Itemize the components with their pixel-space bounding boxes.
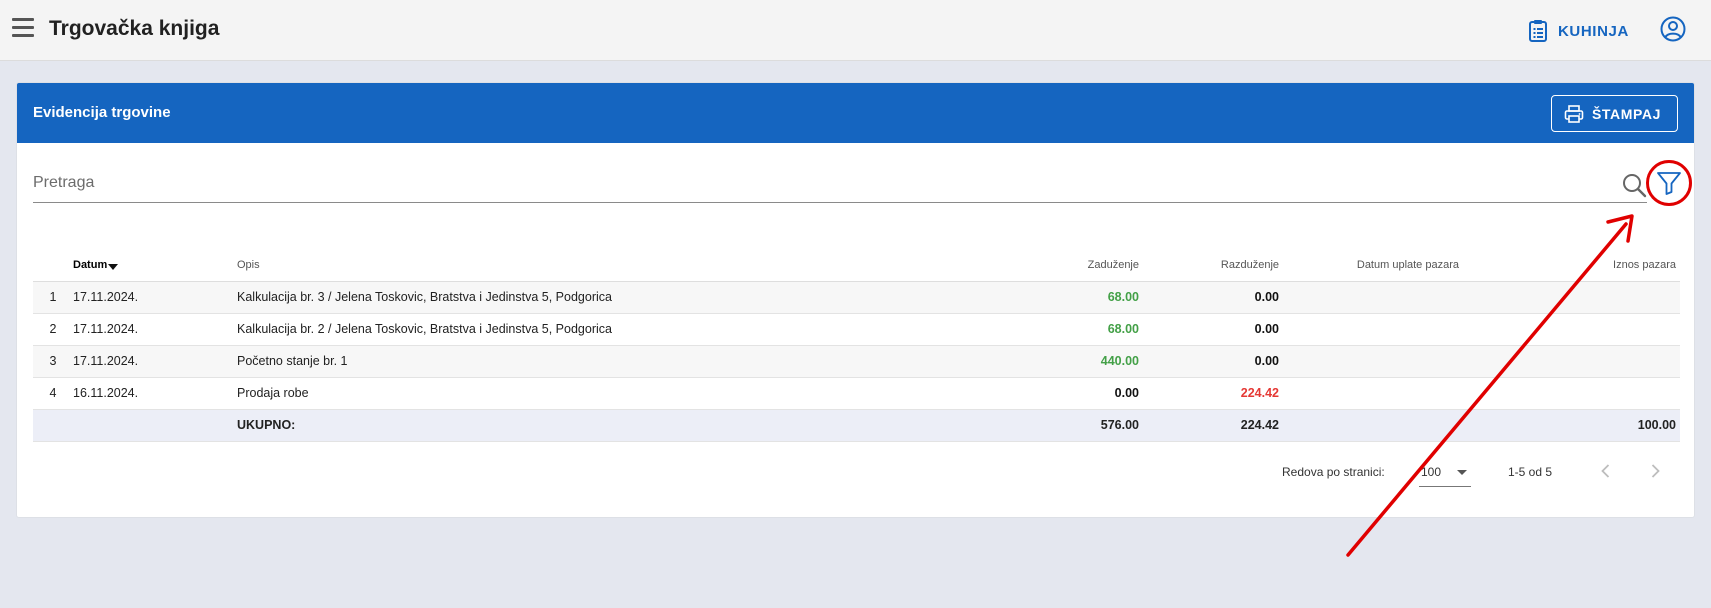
row-payment-date: [1279, 377, 1459, 410]
printer-icon: [1564, 104, 1584, 123]
row-credit: 0.00: [1139, 281, 1279, 314]
debit-column-header[interactable]: Zaduženje: [1033, 249, 1139, 282]
table-pagination: Redova po stranici: 100 1-5 od 5: [0, 452, 1711, 492]
row-payment-amount: [1459, 377, 1680, 410]
row-payment-date: [1279, 281, 1459, 314]
card-title: Evidencija trgovine: [33, 104, 171, 121]
table-row[interactable]: 2 17.11.2024. Kalkulacija br. 2 / Jelena…: [33, 313, 1680, 346]
kitchen-button[interactable]: KUHINJA: [1528, 16, 1629, 46]
row-description: Kalkulacija br. 2 / Jelena Toskovic, Bra…: [237, 313, 1033, 346]
row-date: 17.11.2024.: [73, 345, 237, 378]
previous-page-icon[interactable]: [1596, 461, 1616, 481]
row-debit: 68.00: [1033, 281, 1139, 314]
row-index: 2: [33, 313, 73, 346]
row-date: 16.11.2024.: [73, 377, 237, 410]
totals-credit: 224.42: [1139, 409, 1279, 442]
sort-descending-icon[interactable]: [108, 263, 119, 270]
totals-index-cell: [33, 409, 73, 442]
records-table: Datum Opis Zaduženje Razduženje Datum up…: [33, 249, 1680, 442]
totals-row: UKUPNO: 576.00 224.42 100.00: [33, 409, 1680, 442]
row-payment-amount: [1459, 281, 1680, 314]
row-credit: 0.00: [1139, 313, 1279, 346]
totals-date-cell: [73, 409, 237, 442]
date-column-label: Datum: [73, 258, 108, 271]
row-index: 3: [33, 345, 73, 378]
totals-debit: 576.00: [1033, 409, 1139, 442]
row-description: Kalkulacija br. 3 / Jelena Toskovic, Bra…: [237, 281, 1033, 314]
row-date: 17.11.2024.: [73, 281, 237, 314]
date-column-header[interactable]: Datum: [73, 249, 237, 282]
row-payment-date: [1279, 345, 1459, 378]
hamburger-menu-icon[interactable]: [12, 18, 34, 38]
credit-column-header[interactable]: Razduženje: [1139, 249, 1279, 282]
payment-amount-column-header[interactable]: Iznos pazara: [1459, 249, 1680, 282]
index-column-header: [33, 249, 73, 282]
table-row[interactable]: 3 17.11.2024. Početno stanje br. 1 440.0…: [33, 345, 1680, 378]
row-index: 4: [33, 377, 73, 410]
row-payment-date: [1279, 313, 1459, 346]
table-header-row: Datum Opis Zaduženje Razduženje Datum up…: [33, 249, 1680, 282]
rows-per-page-value: 100: [1421, 465, 1442, 479]
pagination-range: 1-5 od 5: [1508, 465, 1553, 479]
print-button-label: ŠTAMPAJ: [1591, 105, 1661, 122]
kitchen-button-label: KUHINJA: [1558, 22, 1629, 40]
payment-date-column-header[interactable]: Datum uplate pazara: [1279, 249, 1459, 282]
account-circle-icon[interactable]: [1660, 16, 1686, 42]
card-header: Evidencija trgovine ŠTAMPAJ: [17, 83, 1694, 143]
row-debit: 68.00: [1033, 313, 1139, 346]
clipboard-icon: [1529, 20, 1547, 42]
row-payment-amount: [1459, 345, 1680, 378]
row-payment-amount: [1459, 313, 1680, 346]
row-description: Prodaja robe: [237, 377, 1033, 410]
table-row[interactable]: 1 17.11.2024. Kalkulacija br. 3 / Jelena…: [33, 281, 1680, 314]
row-description: Početno stanje br. 1: [237, 345, 1033, 378]
next-page-icon[interactable]: [1645, 461, 1665, 481]
chevron-down-icon: [1457, 470, 1467, 475]
table-row[interactable]: 4 16.11.2024. Prodaja robe 0.00 224.42: [33, 377, 1680, 410]
row-index: 1: [33, 281, 73, 314]
row-credit: 224.42: [1139, 377, 1279, 410]
row-debit: 440.00: [1033, 345, 1139, 378]
filter-icon[interactable]: [1655, 169, 1683, 197]
rows-per-page-select[interactable]: 100: [1419, 457, 1471, 487]
page-title: Trgovačka knjiga: [49, 17, 220, 40]
row-debit: 0.00: [1033, 377, 1139, 410]
search-field: [33, 165, 1647, 203]
totals-label: UKUPNO:: [237, 409, 1033, 442]
search-icon[interactable]: [1621, 172, 1647, 198]
print-button[interactable]: ŠTAMPAJ: [1550, 95, 1678, 132]
row-date: 17.11.2024.: [73, 313, 237, 346]
totals-payment-amount: 100.00: [1459, 409, 1680, 442]
totals-payment-date-cell: [1279, 409, 1459, 442]
app-bar: Trgovačka knjiga KUHINJA: [0, 0, 1711, 61]
row-credit: 0.00: [1139, 345, 1279, 378]
rows-per-page-label: Redova po stranici:: [1282, 465, 1385, 479]
search-input[interactable]: [33, 165, 1593, 201]
description-column-header[interactable]: Opis: [237, 249, 1033, 282]
